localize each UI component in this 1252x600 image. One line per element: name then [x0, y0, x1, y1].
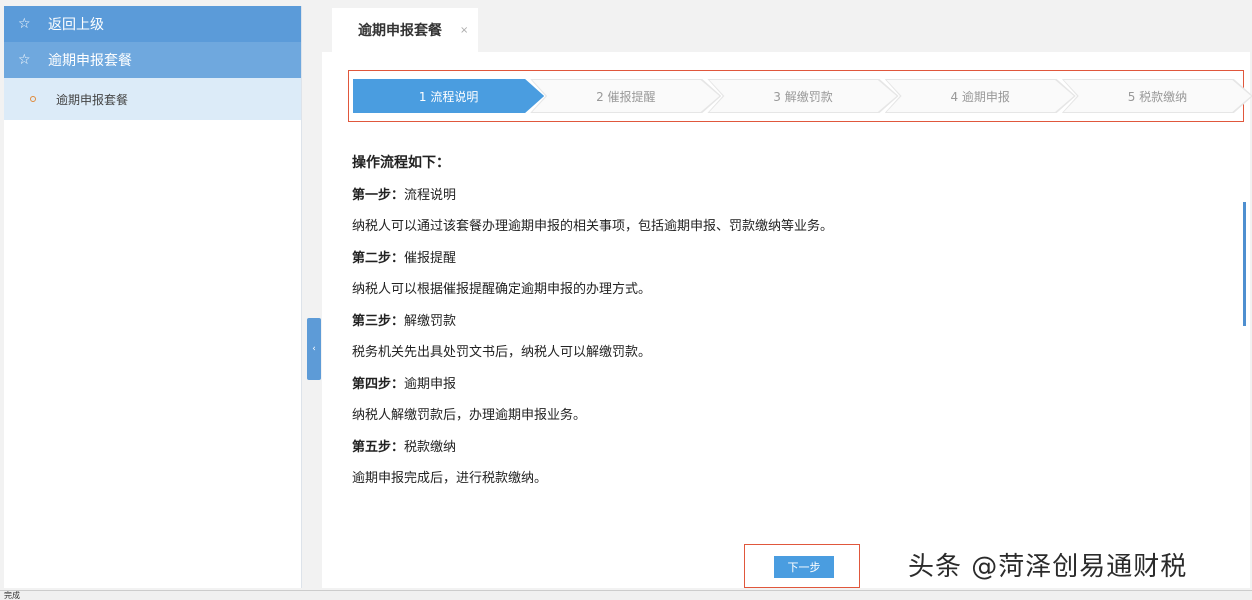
main-panel: 逾期申报套餐 × 1 流程说明 2 催报提醒 3 解缴罚款 4 逾期申报 5 税… — [322, 6, 1252, 588]
status-text: 完成 — [4, 591, 20, 600]
step5-heading: 第五步： 税款缴纳 — [352, 439, 457, 455]
step-label: 4 逾期申报 — [950, 89, 1010, 104]
step3-description: 税务机关先出具处罚文书后，纳税人可以解缴罚款。 — [352, 345, 652, 361]
chevron-left-icon: ‹ — [312, 344, 316, 354]
sidebar-group-label: 逾期申报套餐 — [48, 53, 132, 69]
sidebar-back-label: 返回上级 — [48, 17, 104, 33]
instructions: 操作流程如下： 第一步： 流程说明 纳税人可以通过该套餐办理逾期申报的相关事项，包… — [352, 146, 833, 493]
tab-label: 逾期申报套餐 — [358, 23, 442, 39]
steps-highlight: 1 流程说明 2 催报提醒 3 解缴罚款 4 逾期申报 5 税款缴纳 — [348, 70, 1252, 122]
status-bar: 完成 — [0, 590, 1252, 600]
sidebar-item-overdue-package[interactable]: 逾期申报套餐 — [4, 78, 301, 120]
sidebar: ☆ 返回上级 ☆ 逾期申报套餐 逾期申报套餐 — [4, 6, 302, 588]
step2-description: 纳税人可以根据催报提醒确定逾期申报的办理方式。 — [352, 282, 652, 298]
step-label: 2 催报提醒 — [596, 89, 656, 104]
sidebar-item-label: 逾期申报套餐 — [56, 92, 129, 107]
star-icon: ☆ — [18, 52, 31, 68]
step-3[interactable]: 3 解缴罚款 — [707, 79, 899, 113]
step4-description: 纳税人解缴罚款后，办理逾期申报业务。 — [352, 408, 587, 424]
step1-description: 纳税人可以通过该套餐办理逾期申报的相关事项，包括逾期申报、罚款缴纳等业务。 — [352, 219, 834, 235]
star-icon: ☆ — [18, 16, 31, 32]
bullet-icon — [30, 96, 36, 102]
sidebar-back-item[interactable]: ☆ 返回上级 — [4, 6, 301, 42]
sidebar-group-item[interactable]: ☆ 逾期申报套餐 — [4, 42, 301, 78]
watermark: 头条 @菏泽创易通财税 — [908, 552, 1188, 582]
step3-heading: 第三步： 解缴罚款 — [352, 313, 457, 329]
step5-description: 逾期申报完成后，进行税款缴纳。 — [352, 471, 548, 487]
tab-bar: 逾期申报套餐 × — [322, 6, 1250, 52]
close-icon[interactable]: × — [460, 25, 468, 36]
collapse-sidebar-handle[interactable]: ‹ — [307, 318, 321, 380]
step-4[interactable]: 4 逾期申报 — [884, 79, 1076, 113]
step-progress: 1 流程说明 2 催报提醒 3 解缴罚款 4 逾期申报 5 税款缴纳 — [353, 79, 1252, 113]
step-1[interactable]: 1 流程说明 — [353, 79, 545, 113]
tab-overdue-package[interactable]: 逾期申报套餐 × — [332, 8, 478, 52]
next-step-button[interactable]: 下一步 — [774, 556, 834, 578]
step-2[interactable]: 2 催报提醒 — [530, 79, 722, 113]
scrollbar[interactable] — [1243, 202, 1246, 326]
step-5[interactable]: 5 税款缴纳 — [1061, 79, 1252, 113]
step-label: 3 解缴罚款 — [773, 89, 833, 104]
step1-heading: 第一步： 流程说明 — [352, 187, 457, 203]
step2-heading: 第二步： 催报提醒 — [352, 250, 457, 266]
step4-heading: 第四步： 逾期申报 — [352, 376, 457, 392]
step-label: 1 流程说明 — [418, 89, 479, 104]
instructions-heading: 操作流程如下： — [352, 154, 450, 171]
step-label: 5 税款缴纳 — [1127, 89, 1188, 104]
